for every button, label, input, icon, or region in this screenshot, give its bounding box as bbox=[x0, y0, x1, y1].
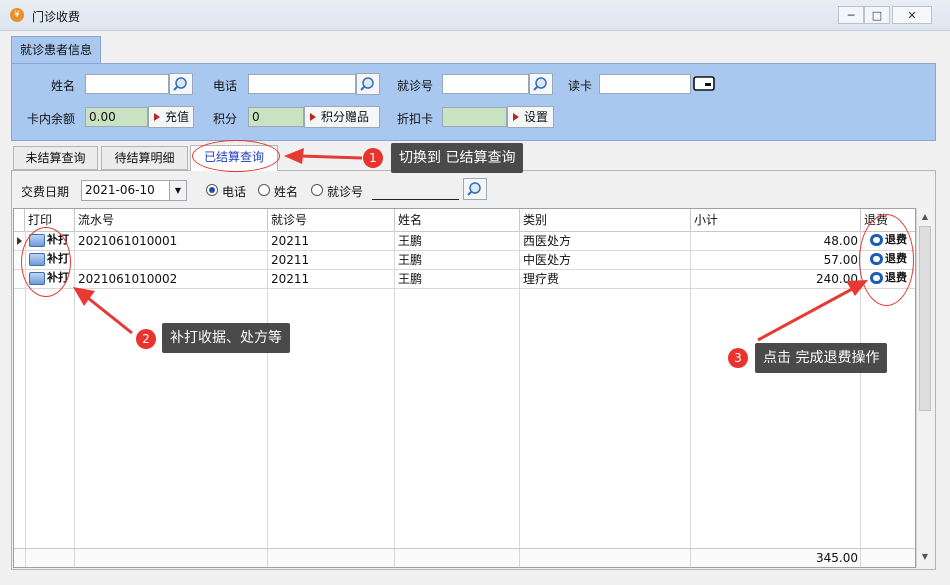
arrow-head-3 bbox=[846, 280, 868, 296]
arrow-head-2 bbox=[73, 287, 95, 306]
arrow-line-3 bbox=[757, 286, 855, 342]
arrow-line-1 bbox=[299, 154, 363, 160]
step-badge-1: 1 bbox=[363, 148, 383, 168]
arrow-line-2 bbox=[87, 296, 133, 335]
step-badge-3: 3 bbox=[728, 348, 748, 368]
annotation-arrows bbox=[73, 148, 868, 342]
main-window: ¥ 门诊收费 ─ □ ✕ 就诊患者信息 姓名 电话 就诊号 读卡 卡内余额 0.… bbox=[0, 0, 950, 585]
step-callout-3: 点击 完成退费操作 bbox=[755, 343, 888, 373]
step-callout-1: 切换到 已结算查询 bbox=[391, 143, 524, 173]
arrow-head-1 bbox=[284, 148, 304, 164]
step-callout-2: 补打收据、处方等 bbox=[162, 323, 290, 353]
step-badge-2: 2 bbox=[136, 329, 156, 349]
